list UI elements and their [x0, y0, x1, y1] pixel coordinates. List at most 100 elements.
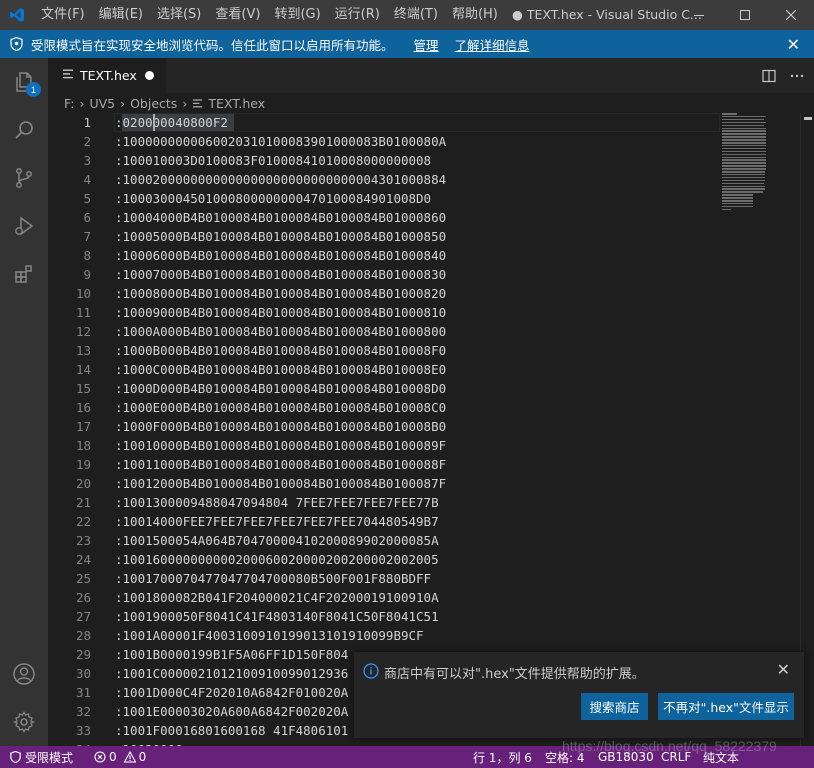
code-line[interactable]: 25:1001700070477047704700080B500F001F880… — [48, 569, 814, 588]
line-text: :10005000B4B0100084B0100084B0100084B0100… — [115, 229, 447, 244]
code-line[interactable]: 11:10009000B4B0100084B0100084B0100084B01… — [48, 303, 814, 322]
line-text: :1001E00003020A600A6842F002020A — [115, 704, 349, 719]
account-icon[interactable] — [0, 650, 48, 698]
minimap[interactable] — [722, 113, 768, 213]
code-line[interactable]: 19 :10011000B4B0100084B0100084B0100084B01… — [48, 455, 814, 474]
more-actions-icon[interactable] — [790, 69, 804, 83]
minimap-row — [722, 188, 765, 190]
cursor-position[interactable]: 行 1，列 6 — [473, 746, 532, 768]
code-line[interactable]: 7:10005000B4B0100084B0100084B0100084B010… — [48, 227, 814, 246]
breadcrumb-folder-objects[interactable]: Objects — [130, 96, 177, 111]
code-line[interactable]: 5:10003000450100080000000047010008490100… — [48, 189, 814, 208]
settings-gear-icon[interactable] — [0, 698, 48, 746]
code-line[interactable]: 27:1001900050F8041C41F4803140F8041C50F80… — [48, 607, 814, 626]
code-line[interactable]: 17:1000F000B4B0100084B0100084B0100084B01… — [48, 417, 814, 436]
line-number: 5 — [83, 191, 91, 206]
minimap-row — [722, 130, 766, 132]
line-number: 8 — [83, 248, 91, 263]
line-text: :1000000000060020310100083901000083B0100… — [115, 134, 447, 149]
minimize-icon[interactable] — [676, 0, 722, 30]
search-store-button[interactable]: 搜索商店 — [581, 693, 648, 720]
minimap-row — [722, 113, 737, 115]
line-number: 25 — [75, 571, 91, 586]
minimap-row — [722, 185, 765, 188]
minimap-row — [722, 168, 766, 170]
line-number: 9 — [83, 267, 91, 282]
line-text: :10014000FEE7FEE7FEE7FEE7FEE7FEE70448054… — [115, 514, 439, 529]
restricted-mode-indicator[interactable]: 受限模式 — [0, 746, 84, 768]
code-line[interactable]: 18:10010000B4B0100084B0100084B0100084B01… — [48, 436, 814, 455]
code-line[interactable]: 15:1000D000B4B0100084B0100084B0100084B01… — [48, 379, 814, 398]
code-line[interactable]: 8:10006000B4B0100084B0100084B0100084B010… — [48, 246, 814, 265]
code-line[interactable]: 6:10004000B4B0100084B0100084B0100084B010… — [48, 208, 814, 227]
code-line[interactable]: 16:1000E000B4B0100084B0100084B0100084B01… — [48, 398, 814, 417]
manage-link[interactable]: 管理 — [414, 35, 439, 54]
learn-more-link[interactable]: 了解详细信息 — [455, 35, 530, 54]
csdn-watermark: https://blog.csdn.net/qq_58222379 — [562, 738, 777, 754]
code-line[interactable]: 22:10014000FEE7FEE7FEE7FEE7FEE7FEE704480… — [48, 512, 814, 531]
maximize-icon[interactable] — [722, 0, 768, 30]
code-line[interactable]: 21:1001300009488047094804 7FEE7FEE7FEE7F… — [48, 493, 814, 512]
line-number: 19 — [75, 457, 91, 472]
tab-text-hex[interactable]: TEXT.hex — [48, 58, 166, 93]
split-editor-icon[interactable] — [762, 69, 776, 83]
line-text: :10004000B4B0100084B0100084B0100084B0100… — [115, 210, 447, 225]
menu-item[interactable]: 查看(V) — [208, 0, 267, 30]
minimap-row — [722, 171, 765, 173]
menu-item[interactable]: 终端(T) — [387, 0, 445, 30]
line-text: :1001D000C4F202010A6842F010020A — [115, 685, 349, 700]
search-icon[interactable] — [0, 106, 48, 154]
code-line[interactable]: 24:1001600000000002000600200002002000020… — [48, 550, 814, 569]
extensions-icon[interactable] — [0, 250, 48, 298]
minimap-row — [722, 208, 731, 211]
line-text: :1001F00016801600168 41F4806101 — [115, 723, 349, 738]
code-line[interactable]: 12:1000A000B4B0100084B0100084B0100084B01… — [48, 322, 814, 341]
line-text: :1001300009488047094804 7FEE7FEE7FEE7FEE… — [115, 495, 439, 510]
breadcrumb-drive[interactable]: F: — [64, 96, 74, 111]
line-text: :10011000B4B0100084B0100084B0100084B0100… — [115, 457, 447, 472]
code-line[interactable]: 3:100010003D0100083F01000841010008000000… — [48, 151, 814, 170]
source-control-icon[interactable] — [0, 154, 48, 202]
code-line[interactable]: 9:10007000B4B0100084B0100084B0100084B010… — [48, 265, 814, 284]
code-line[interactable]: 13:1000B000B4B0100084B0100084B0100084B01… — [48, 341, 814, 360]
code-line[interactable]: 23:1001500054A064B7047000041020008990200… — [48, 531, 814, 550]
minimap-row — [722, 159, 766, 161]
code-line[interactable]: 1:020000040800F2 — [48, 113, 814, 132]
line-number: 10 — [75, 286, 91, 301]
unsaved-dot-icon[interactable] — [145, 71, 154, 80]
line-text: :1000E000B4B0100084B0100084B0100084B0100… — [115, 400, 447, 415]
code-line[interactable]: 26:1001800082B041F204000021C4F2020001910… — [48, 588, 814, 607]
toast-close-icon[interactable]: ✕ — [777, 660, 790, 679]
minimap-row — [722, 124, 764, 127]
explorer-icon[interactable]: 1 — [0, 58, 48, 106]
code-line[interactable]: 4:10002000000000000000000000000000043010… — [48, 170, 814, 189]
line-number: 24 — [75, 552, 91, 567]
line-text: :100010003D0100083F010008410100080000000… — [115, 153, 432, 168]
code-line[interactable]: 10:10008000B4B0100084B0100084B0100084B01… — [48, 284, 814, 303]
explorer-badge: 1 — [26, 82, 41, 97]
breadcrumb-folder-uv5[interactable]: UV5 — [89, 96, 115, 111]
line-number: 26 — [75, 590, 91, 605]
code-line[interactable]: 2:1000000000060020310100083901000083B010… — [48, 132, 814, 151]
line-number: 14 — [75, 362, 91, 377]
menu-item[interactable]: 选择(S) — [150, 0, 208, 30]
problems-indicator[interactable]: 0 0 — [94, 746, 146, 768]
code-line[interactable]: 14:1000C000B4B0100084B0100084B0100084B01… — [48, 360, 814, 379]
line-number: 23 — [75, 533, 91, 548]
menu-item[interactable]: 帮助(H) — [445, 0, 505, 30]
vscode-logo-icon — [0, 0, 34, 30]
menu-item[interactable]: 运行(R) — [328, 0, 387, 30]
line-text: :1000D000B4B0100084B0100084B0100084B0100… — [115, 381, 447, 396]
line-text: :10009000B4B0100084B0100084B0100084B0100… — [115, 305, 447, 320]
run-debug-icon[interactable] — [0, 202, 48, 250]
menu-item[interactable]: 文件(F) — [34, 0, 92, 30]
dont-show-again-button[interactable]: 不再对".hex"文件显示 — [658, 693, 794, 720]
breadcrumb-file[interactable]: TEXT.hex — [208, 96, 265, 111]
banner-close-icon[interactable]: ✕ — [787, 35, 800, 54]
code-line[interactable]: 28:1001A00001F4003100910199013101910099B… — [48, 626, 814, 645]
line-number: 30 — [75, 666, 91, 681]
menu-item[interactable]: 转到(G) — [267, 0, 327, 30]
menu-item[interactable]: 编辑(E) — [92, 0, 150, 30]
code-line[interactable]: 20:10012000B4B0100084B0100084B0100084B01… — [48, 474, 814, 493]
close-icon[interactable] — [768, 0, 814, 30]
